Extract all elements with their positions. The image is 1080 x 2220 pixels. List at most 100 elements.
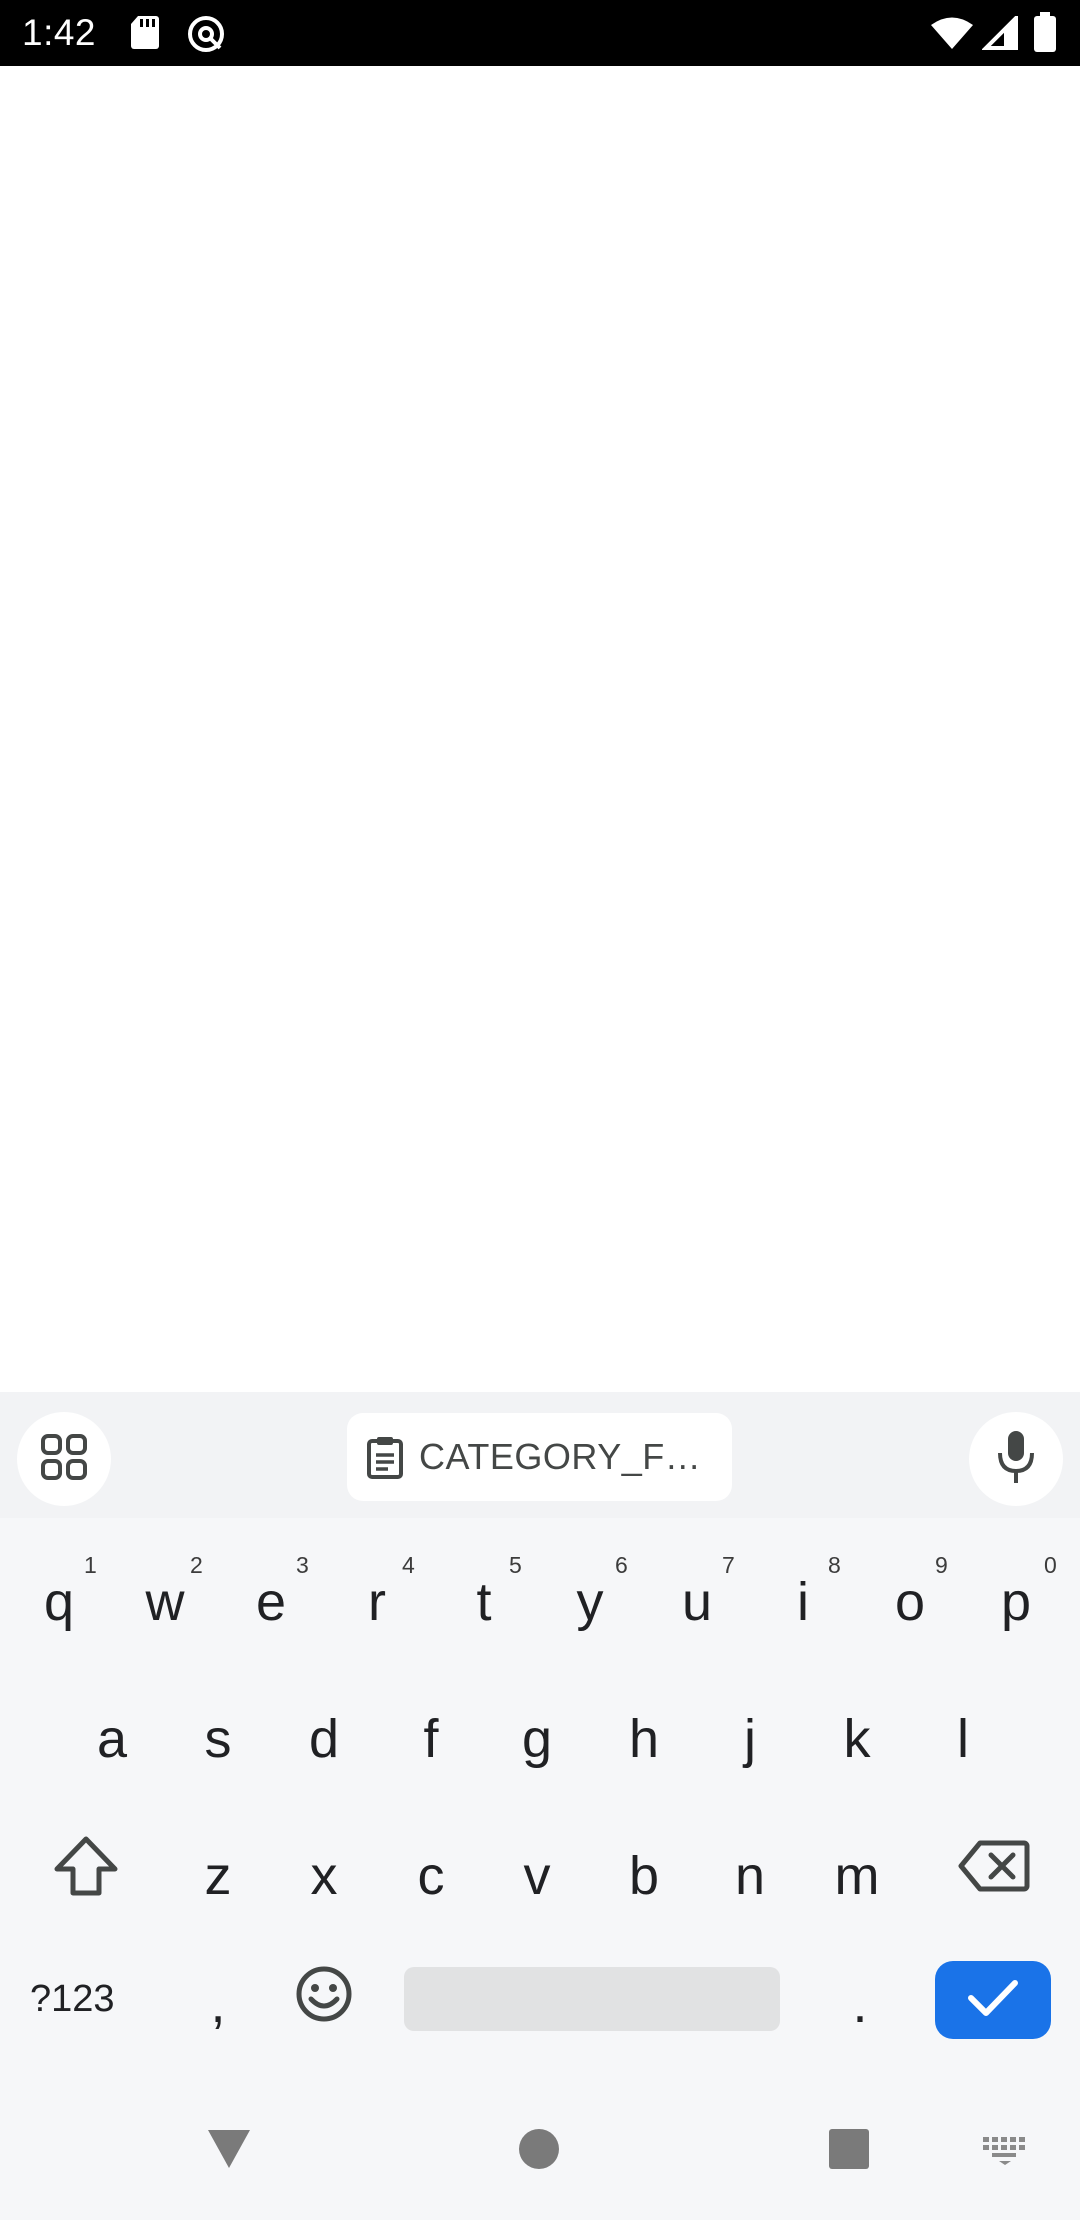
backspace-key[interactable] [914, 1808, 1074, 1936]
key-label: k [843, 1709, 871, 1769]
key-label: c [417, 1846, 445, 1906]
sd-card-icon [130, 14, 160, 55]
key-s[interactable]: s [165, 1671, 271, 1799]
key-label: w [145, 1572, 185, 1632]
mic-icon [996, 1429, 1036, 1490]
key-hint: 9 [935, 1552, 948, 1578]
symbols-key[interactable]: ?123 [30, 1959, 115, 2039]
key-o[interactable]: o 9 [857, 1534, 963, 1662]
key-row-1: q 1 w 2 e 3 r 4 t 5 y 6 u 7 i 8 o 9 p 0 [0, 1534, 1080, 1662]
key-i[interactable]: i 8 [750, 1534, 856, 1662]
key-label: f [423, 1709, 439, 1769]
key-f[interactable]: f [378, 1671, 484, 1799]
key-label: i [797, 1572, 809, 1632]
key-x[interactable]: x [271, 1808, 377, 1936]
home-icon[interactable] [518, 2128, 560, 2175]
emoji-icon [295, 1965, 353, 2036]
backspace-icon [958, 1840, 1030, 1905]
key-label: x [310, 1846, 338, 1906]
key-k[interactable]: k [804, 1671, 910, 1799]
wifi-icon [930, 16, 974, 55]
key-e[interactable]: e 3 [218, 1534, 324, 1662]
key-hint: 1 [84, 1552, 97, 1578]
key-label: h [628, 1709, 660, 1769]
key-w[interactable]: w 2 [112, 1534, 218, 1662]
key-label: y [576, 1572, 604, 1632]
key-a[interactable]: a [59, 1671, 165, 1799]
key-p[interactable]: p 0 [963, 1534, 1069, 1662]
key-c[interactable]: c [378, 1808, 484, 1936]
key-comma[interactable]: , [165, 1945, 271, 2055]
key-hint: 0 [1044, 1552, 1057, 1578]
key-label: m [834, 1846, 880, 1906]
vpn-icon [186, 14, 226, 59]
key-label: p [1000, 1572, 1032, 1632]
status-bar: 1:42 [0, 0, 1080, 66]
key-hint: 7 [722, 1552, 735, 1578]
key-u[interactable]: u 7 [644, 1534, 750, 1662]
key-hint: 3 [296, 1552, 309, 1578]
suggestion-strip: CATEGORY_F… [0, 1392, 1080, 1518]
clipboard-suggestion-chip[interactable]: CATEGORY_F… [347, 1413, 732, 1501]
space-key[interactable] [404, 1967, 780, 2031]
key-v[interactable]: v [484, 1808, 590, 1936]
key-label: z [204, 1846, 232, 1906]
key-label: u [681, 1572, 713, 1632]
screen: 1:42 CATEGORY_F… q 1 w 2 e 3 r 4 t 5 y 6… [0, 0, 1080, 2220]
shift-icon [53, 1835, 119, 1910]
key-hint: 4 [402, 1552, 415, 1578]
key-hint: 2 [190, 1552, 203, 1578]
key-g[interactable]: g [484, 1671, 590, 1799]
voice-input-button[interactable] [969, 1412, 1063, 1506]
key-b[interactable]: b [591, 1808, 697, 1936]
key-label: q [43, 1572, 75, 1632]
status-time: 1:42 [22, 12, 97, 53]
key-label: . [852, 1974, 868, 2034]
battery-icon [1034, 12, 1056, 57]
key-label: t [476, 1572, 492, 1632]
content-area [0, 66, 1080, 1392]
key-label: l [957, 1709, 969, 1769]
key-hint: 6 [615, 1552, 628, 1578]
shift-key[interactable] [6, 1808, 166, 1936]
key-label: b [628, 1846, 660, 1906]
key-hint: 5 [509, 1552, 522, 1578]
key-label: a [96, 1709, 128, 1769]
key-label: o [894, 1572, 926, 1632]
checkmark-icon [967, 1978, 1019, 2023]
key-hint: 8 [828, 1552, 841, 1578]
back-icon[interactable] [206, 2128, 252, 2175]
key-label: g [521, 1709, 553, 1769]
key-label: s [204, 1709, 232, 1769]
key-label: , [210, 1974, 226, 2034]
key-h[interactable]: h [591, 1671, 697, 1799]
key-m[interactable]: m [804, 1808, 910, 1936]
key-label: d [308, 1709, 340, 1769]
key-label: r [368, 1572, 386, 1632]
key-n[interactable]: n [697, 1808, 803, 1936]
key-r[interactable]: r 4 [324, 1534, 430, 1662]
key-q[interactable]: q 1 [6, 1534, 112, 1662]
key-row-2: a s d f g h j k l [0, 1671, 1080, 1799]
key-d[interactable]: d [271, 1671, 377, 1799]
key-t[interactable]: t 5 [431, 1534, 537, 1662]
key-row-3: z x c v b n m [0, 1808, 1080, 1936]
navigation-bar [0, 2090, 1080, 2220]
emoji-key[interactable] [271, 1945, 377, 2055]
key-label: e [255, 1572, 287, 1632]
apps-grid-button[interactable] [17, 1412, 111, 1506]
signal-icon [981, 13, 1018, 55]
key-label: j [744, 1709, 756, 1769]
key-y[interactable]: y 6 [537, 1534, 643, 1662]
apps-grid-icon [40, 1433, 88, 1486]
key-z[interactable]: z [165, 1808, 271, 1936]
key-period[interactable]: . [807, 1945, 913, 2055]
enter-key[interactable] [935, 1961, 1051, 2039]
recents-icon[interactable] [828, 2128, 870, 2175]
clipboard-chip-text: CATEGORY_F… [419, 1436, 702, 1477]
key-j[interactable]: j [697, 1671, 803, 1799]
key-row-4: ?123 , . [0, 1945, 1080, 2073]
clipboard-icon [363, 1435, 407, 1479]
keyboard-switch-icon[interactable] [982, 2136, 1028, 2171]
key-l[interactable]: l [910, 1671, 1016, 1799]
